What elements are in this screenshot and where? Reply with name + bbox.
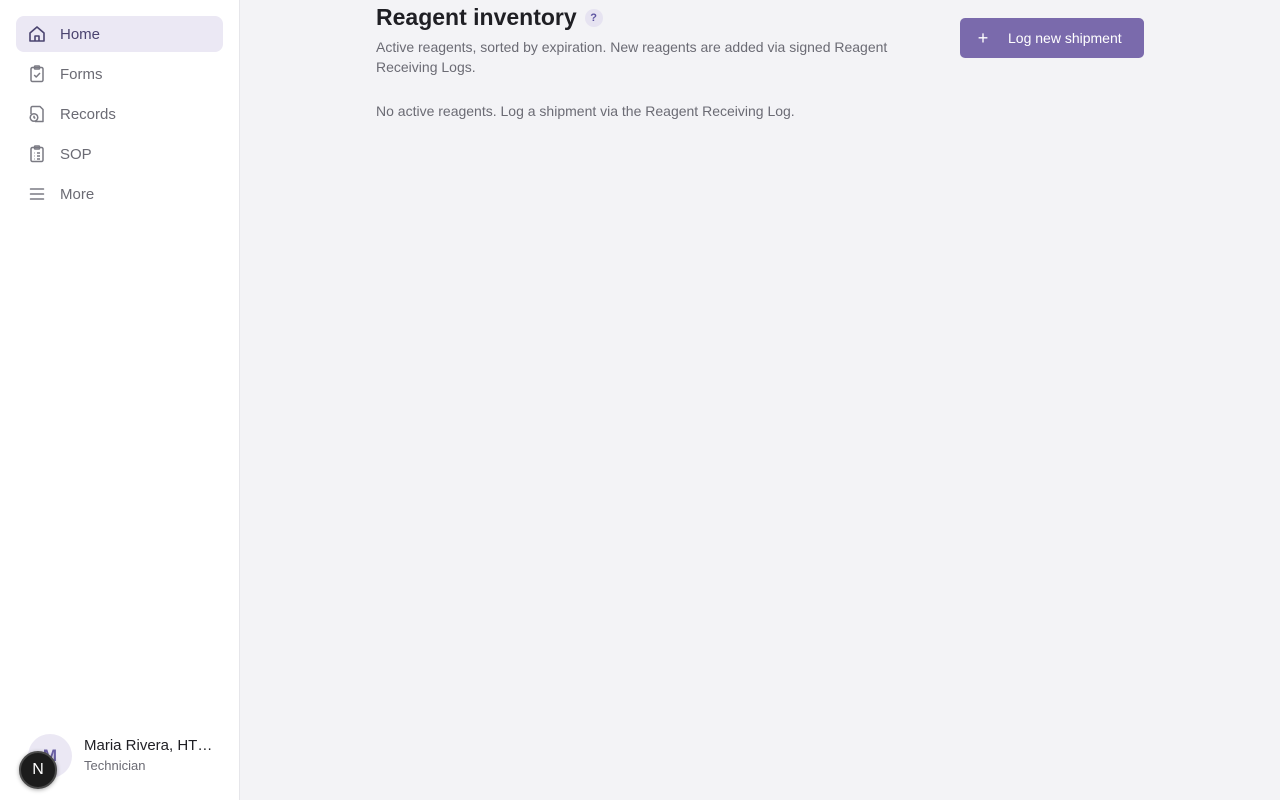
button-label: Log new shipment bbox=[1008, 30, 1122, 46]
help-icon[interactable]: ? bbox=[584, 8, 603, 27]
user-role: Technician bbox=[84, 758, 146, 773]
sidebar-item-label: SOP bbox=[60, 145, 92, 163]
sidebar-item-label: More bbox=[60, 185, 95, 203]
clipboard-list-icon bbox=[27, 144, 47, 164]
sidebar-item-label: Records bbox=[60, 105, 116, 123]
home-icon bbox=[27, 24, 47, 44]
sidebar-item-sop[interactable]: SOP bbox=[16, 136, 223, 172]
dev-tools-badge[interactable]: N bbox=[19, 751, 57, 789]
user-profile[interactable]: M N Maria Rivera, HT… Technician bbox=[0, 726, 239, 800]
page-title: Reagent inventory bbox=[376, 4, 577, 30]
user-name: Maria Rivera, HT… bbox=[84, 737, 213, 754]
sidebar-item-forms[interactable]: Forms bbox=[16, 56, 223, 92]
sidebar-nav: Home Forms Records SOP More bbox=[16, 16, 223, 216]
sidebar-item-records[interactable]: Records bbox=[16, 96, 223, 132]
sidebar-item-label: Forms bbox=[60, 65, 103, 83]
sidebar-item-home[interactable]: Home bbox=[16, 16, 223, 52]
sidebar: Home Forms Records SOP More N Maria Rive… bbox=[0, 0, 240, 800]
menu-icon bbox=[27, 184, 47, 204]
plus-icon: + bbox=[977, 28, 989, 48]
page-description: Active reagents, sorted by expiration. N… bbox=[376, 39, 888, 75]
log-new-shipment-button[interactable]: + Log new shipment bbox=[960, 18, 1144, 58]
file-clock-icon bbox=[27, 104, 47, 124]
sidebar-item-more[interactable]: More bbox=[16, 176, 223, 212]
sidebar-item-label: Home bbox=[60, 25, 101, 43]
clipboard-check-icon bbox=[27, 64, 47, 84]
empty-state-message: No active reagents. Log a shipment via t… bbox=[376, 103, 795, 119]
title-row: Reagent inventory ? bbox=[376, 4, 603, 31]
